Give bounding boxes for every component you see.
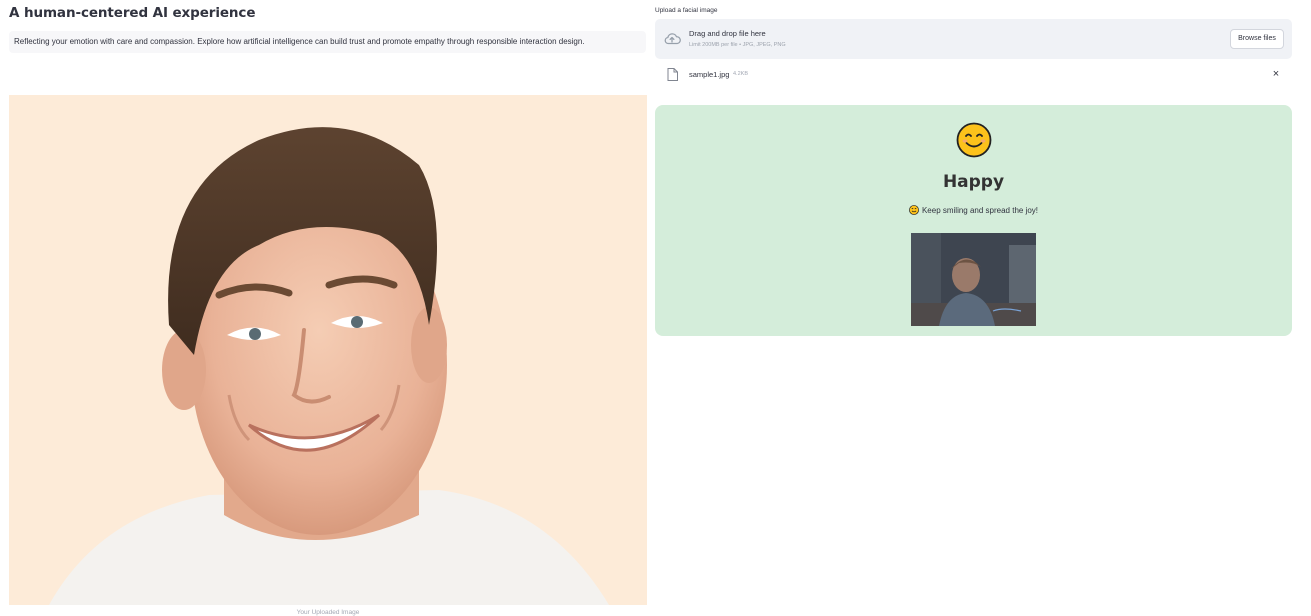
page-title: A human-centered AI experience: [9, 5, 256, 21]
smiling-face-icon: [956, 122, 992, 158]
emotion-label: Happy: [942, 172, 1005, 192]
file-name: sample1.jpg: [689, 70, 730, 79]
emotion-message-text: Keep smiling and spread the joy!: [921, 206, 1039, 215]
cloud-upload-icon: [663, 30, 681, 48]
file-icon: [667, 68, 678, 81]
smiling-face-icon: [909, 205, 919, 215]
file-dropzone[interactable]: Drag and drop file here Limit 200MB per …: [655, 19, 1292, 59]
emotion-message: Keep smiling and spread the joy!: [655, 205, 1292, 215]
file-size: 4.2KB: [733, 71, 748, 77]
description-box: Reflecting your emotion with care and co…: [9, 31, 646, 53]
emotion-result-card: Happy Keep smiling and spread the joy!: [655, 105, 1292, 336]
close-icon[interactable]: ×: [1270, 68, 1282, 80]
image-caption: Your Uploaded Image: [296, 609, 360, 616]
app-page: A human-centered AI experience Reflectin…: [0, 0, 1311, 616]
reaction-gif: [911, 233, 1036, 326]
browse-files-button[interactable]: Browse files: [1230, 29, 1284, 49]
upload-label: Upload a facial image: [655, 7, 718, 14]
uploaded-file-row: sample1.jpg 4.2KB ×: [655, 64, 1292, 86]
dropzone-title: Drag and drop file here: [689, 29, 766, 38]
dropzone-limit: Limit 200MB per file • JPG, JPEG, PNG: [689, 42, 786, 48]
uploaded-photo: [9, 95, 647, 605]
description-text: Reflecting your emotion with care and co…: [14, 37, 585, 46]
